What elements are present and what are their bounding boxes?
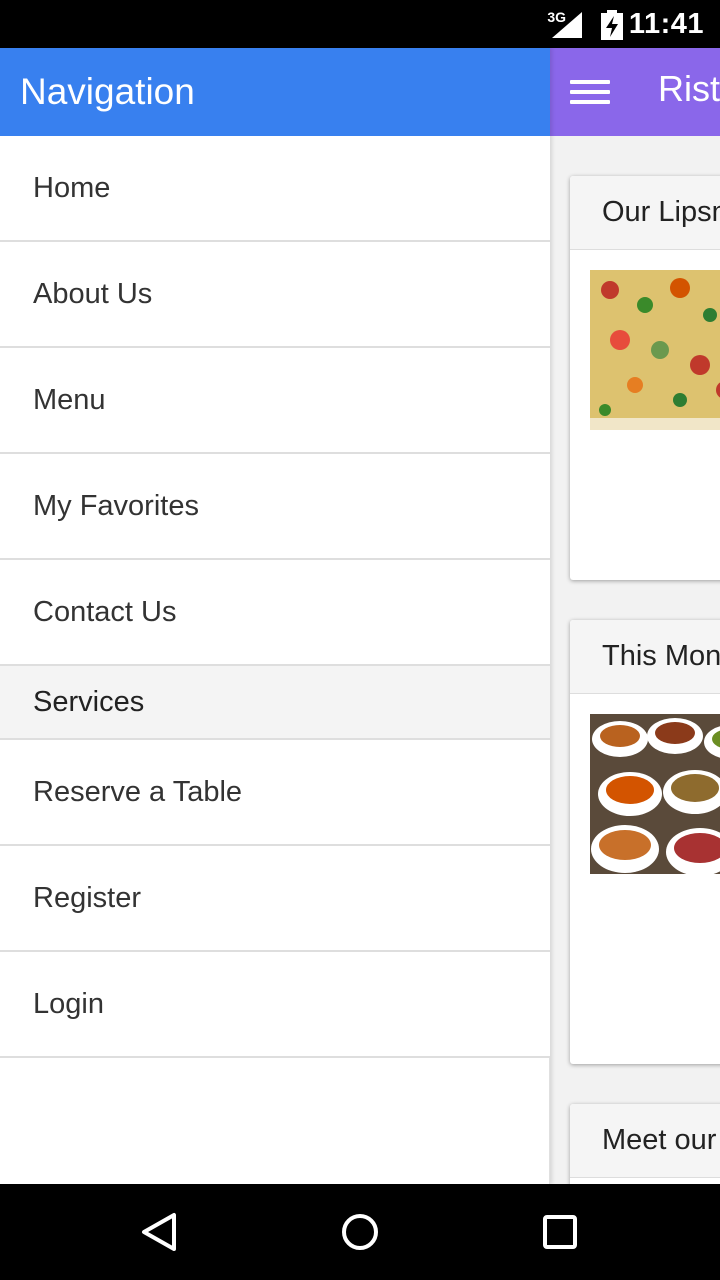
main-content: Ristorante Con Fusion Our Lipsmacking Cu… (550, 48, 720, 1184)
status-bar: 3G 11:41 (0, 0, 720, 48)
app-toolbar: Ristorante Con Fusion (550, 48, 720, 136)
menu-hamburger-icon[interactable] (570, 76, 610, 108)
leader-card[interactable]: Meet our Culinary Specialists (570, 1104, 720, 1184)
drawer-title: Navigation (20, 71, 195, 112)
nav-item-reserve-table[interactable]: Reserve a Table (0, 740, 550, 846)
pizza-image (590, 270, 720, 430)
nav-item-contact-us[interactable]: Contact Us (0, 560, 550, 666)
card-header: Meet our Culinary Specialists (570, 1104, 720, 1178)
nav-item-about-us[interactable]: About Us (0, 242, 550, 348)
clock: 11:41 (628, 8, 704, 40)
recents-square-icon[interactable] (540, 1212, 580, 1252)
card-header: Our Lipsmacking Culinary Creations (570, 176, 720, 250)
signal-icon (552, 12, 582, 38)
back-triangle-icon[interactable] (140, 1212, 180, 1252)
buffet-image (590, 714, 720, 874)
screen: 3G 11:41 Ristorante Con Fusion Our Lipsm… (0, 0, 720, 1280)
nav-item-register[interactable]: Register (0, 846, 550, 952)
nav-item-menu[interactable]: Menu (0, 348, 550, 454)
home-circle-icon[interactable] (340, 1212, 380, 1252)
app-title: Ristorante Con Fusion (658, 68, 720, 109)
nav-item-home[interactable]: Home (0, 136, 550, 242)
navigation-drawer: Navigation Home About Us Menu My Favorit… (0, 48, 550, 1184)
card-header: This Month's Promotions (570, 620, 720, 694)
dish-card[interactable]: Our Lipsmacking Culinary Creations (570, 176, 720, 580)
system-navigation-bar (0, 1184, 720, 1280)
nav-item-login[interactable]: Login (0, 952, 550, 1058)
promotion-card[interactable]: This Month's Promotions (570, 620, 720, 1064)
nav-item-my-favorites[interactable]: My Favorites (0, 454, 550, 560)
drawer-menu-list: Home About Us Menu My Favorites Contact … (0, 136, 550, 1058)
drawer-header: Navigation (0, 48, 550, 136)
battery-charging-icon (601, 10, 623, 40)
section-header-services: Services (0, 666, 550, 740)
